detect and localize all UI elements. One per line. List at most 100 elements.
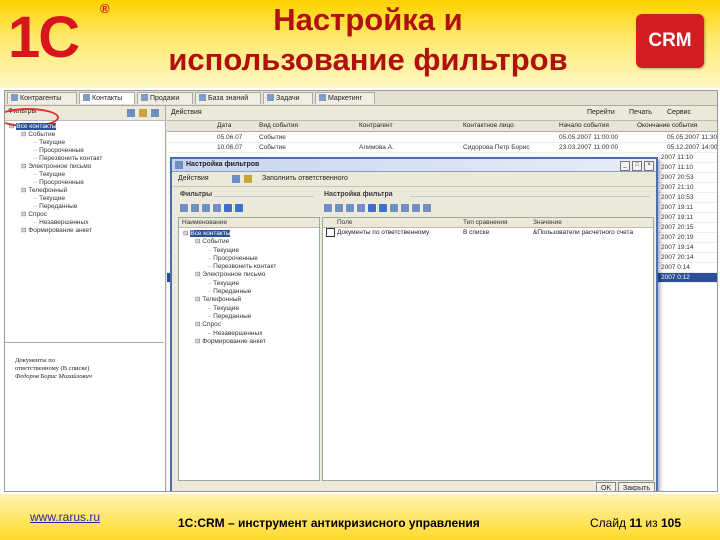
tree-item[interactable]: ·· Текущие [179, 305, 319, 313]
note-line: Документы по [15, 357, 55, 364]
col-start[interactable]: Начало события [559, 122, 609, 129]
minimize-icon[interactable]: _ [620, 161, 630, 171]
dialog-actions-menu[interactable]: Действия [178, 175, 209, 182]
tree-item[interactable]: ⊟ Событие [179, 238, 319, 246]
tab-knowledge-base[interactable]: База знаний [195, 92, 261, 104]
tree-item[interactable]: ·· Незавершенных [5, 219, 165, 227]
edit-icon[interactable] [346, 204, 354, 212]
tab-contacts[interactable]: Контакты [79, 92, 135, 104]
tree-item-label: Электронное письмо [202, 271, 266, 279]
filter-condition-row[interactable]: Документы по ответственному В списке &По… [323, 228, 653, 237]
page-current: 11 [629, 516, 643, 530]
grid-actions-menu[interactable]: Действия [171, 109, 202, 116]
tree-item[interactable]: ⊟ Все контакты [5, 123, 165, 131]
sort-icon[interactable] [390, 204, 398, 212]
col-field[interactable]: Поле [337, 219, 353, 226]
tab-label: Контрагенты [20, 95, 62, 102]
table-row[interactable]: 10.06.07 Событие Алимова А. Сидорова Петр Б… [167, 143, 717, 153]
settings-icon[interactable] [139, 109, 147, 117]
fill-responsible-button[interactable]: Заполнить ответственного [262, 175, 348, 182]
arrow-down-icon[interactable] [379, 204, 387, 212]
tab-tasks[interactable]: Задачи [263, 92, 313, 104]
add-icon[interactable] [324, 204, 332, 212]
tab-sales[interactable]: Продажи [137, 92, 193, 104]
col-compare-type[interactable]: Тип сравнения [463, 219, 508, 226]
tree-item[interactable]: ⊟ Телефонный [5, 187, 165, 195]
add-group-icon[interactable] [191, 204, 199, 212]
condition-checkbox[interactable] [326, 228, 335, 237]
add-icon[interactable] [180, 204, 188, 212]
tree-item[interactable]: ·· Текущие [5, 139, 165, 147]
grid-print-menu[interactable]: Печать [629, 109, 652, 116]
tree-item[interactable]: ·· Текущие [179, 280, 319, 288]
tree-item[interactable]: ·· Просроченные [5, 179, 165, 187]
tree-item[interactable]: ·· Перезвонить контакт [5, 155, 165, 163]
edit-icon[interactable] [213, 204, 221, 212]
copy-icon[interactable] [202, 204, 210, 212]
tree-item[interactable]: ·· Перезвонить контакт [179, 263, 319, 271]
tree-item[interactable]: ⊟ Формирование анкет [5, 227, 165, 235]
tree-item[interactable]: ·· Просроченные [5, 147, 165, 155]
tree-item-label: Просроченные [213, 254, 258, 262]
filter-settings-dialog: Настройка фильтров _ □ × Действия Заполн… [170, 157, 658, 491]
tree-item-label: Спрос [202, 321, 221, 329]
tree-item[interactable]: ·· Текущие [5, 171, 165, 179]
folder-icon[interactable] [244, 175, 252, 183]
col-event-type[interactable]: Вид события [259, 122, 298, 129]
tree-item-label: Телефонный [28, 187, 68, 194]
dialog-toolbar: Действия Заполнить ответственного [172, 172, 656, 187]
copy-icon[interactable] [335, 204, 343, 212]
tree-item[interactable]: ⊟ Событие [5, 131, 165, 139]
tree-item[interactable]: ·· Просроченные [179, 255, 319, 263]
tab-icon [199, 94, 206, 101]
tree-item[interactable]: ⊟ Телефонный [179, 296, 319, 304]
tree-item[interactable]: ⊟ Электронное письмо [179, 271, 319, 279]
tab-counterparties[interactable]: Контрагенты [7, 92, 77, 104]
col-name[interactable]: Наименование [182, 219, 227, 226]
col-value[interactable]: Значение [533, 219, 562, 226]
col-end[interactable]: Окончание события [637, 122, 697, 129]
slide-title-line1: Настройка и [273, 2, 463, 37]
table-cell: 10.06.07 [217, 144, 243, 151]
clear-icon[interactable] [423, 204, 431, 212]
sort-desc-icon[interactable] [401, 204, 409, 212]
delete-icon[interactable] [357, 204, 365, 212]
arrow-down-icon[interactable] [235, 204, 243, 212]
tab-marketing[interactable]: Маркетинг [315, 92, 375, 104]
tab-label: Задачи [276, 95, 300, 102]
tree-item[interactable]: ·· Переданные [5, 203, 165, 211]
grid-goto-menu[interactable]: Перейти [587, 109, 615, 116]
maximize-icon[interactable]: □ [632, 161, 642, 171]
save-icon[interactable] [232, 175, 240, 183]
table-row[interactable]: 05.06.07 Событие 05.05.2007 11:00:00 05.05.… [167, 133, 717, 143]
tree-item[interactable]: ·· Переданные [179, 313, 319, 321]
close-icon[interactable]: × [644, 161, 654, 171]
tab-label: Контакты [92, 95, 123, 102]
tree-item-label: Незавершенных [39, 219, 89, 226]
grid-service-menu[interactable]: Сервис [667, 109, 691, 116]
col-counterparty[interactable]: Контрагент [359, 122, 393, 129]
note-line: ответственному (В списке) [15, 365, 90, 372]
search-icon[interactable] [127, 109, 135, 117]
close-button[interactable]: Закрыть [618, 482, 655, 491]
col-date[interactable]: Дата [217, 122, 231, 129]
tree-item[interactable]: ⊟ Спрос [179, 321, 319, 329]
tree-item[interactable]: ·· Незавершенных [179, 330, 319, 338]
tree-item[interactable]: ⊟ Спрос [5, 211, 165, 219]
tree-item-label: Формирование анкет [28, 227, 92, 234]
col-contact-person[interactable]: Контактное лицо [463, 122, 514, 129]
arrow-up-icon[interactable] [224, 204, 232, 212]
refresh-icon[interactable] [151, 109, 159, 117]
tab-icon [11, 94, 18, 101]
tree-item[interactable]: ·· Текущие [179, 247, 319, 255]
tree-item[interactable]: ·· Текущие [5, 195, 165, 203]
table-cell: 2007 20:53 [661, 174, 694, 181]
tree-item-label: Текущие [39, 195, 66, 202]
filter-icon[interactable] [412, 204, 420, 212]
footer-url-link[interactable]: www.rarus.ru [30, 510, 100, 524]
tree-item[interactable]: ⊟ Формирование анкет [179, 338, 319, 346]
tree-item[interactable]: ⊟ Электронное письмо [5, 163, 165, 171]
page-prefix: Слайд [590, 516, 627, 530]
arrow-up-icon[interactable] [368, 204, 376, 212]
ok-button[interactable]: OK [596, 482, 617, 491]
